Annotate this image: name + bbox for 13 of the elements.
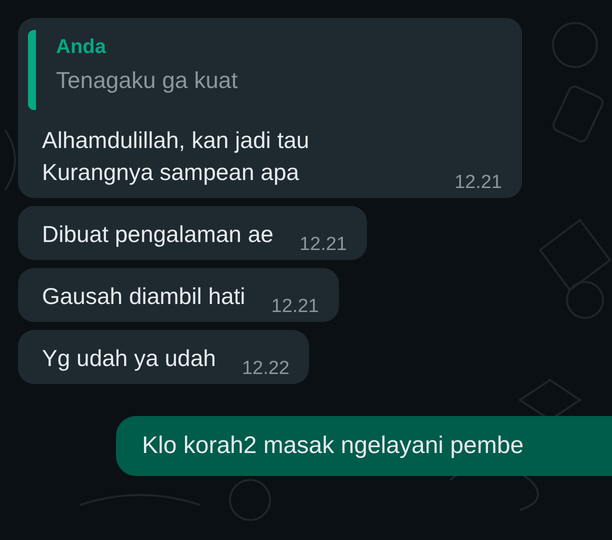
quoted-message[interactable]: Anda Tenagaku ga kuat [28,30,502,110]
message-time: 12.21 [271,296,319,318]
message-text: Dibuat pengalaman ae [42,220,274,249]
message-text: Gausah diambil hati [42,282,246,311]
message-time: 12.21 [299,234,347,256]
message-text: Kurangnya sampean apa [42,158,300,187]
message-text: Yg udah ya udah [42,344,216,373]
quote-text: Tenagaku ga kuat [56,67,239,94]
quote-author: Anda [56,36,108,59]
message-time: 12.22 [242,358,290,380]
message-text: Alhamdulillah, kan jadi tau [42,126,310,155]
message-time: 12.21 [454,172,502,194]
message-text: Klo korah2 masak ngelayani pembe [142,431,524,461]
